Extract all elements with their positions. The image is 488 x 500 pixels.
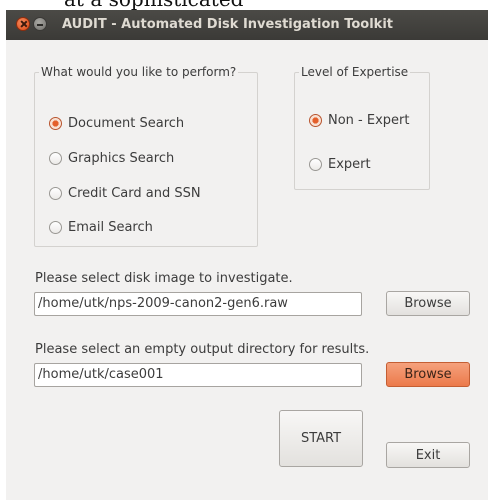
- radio-label: Document Search: [68, 116, 185, 131]
- page: at a sophisticated AUDIT - Automated Dis…: [0, 0, 488, 500]
- perform-group-legend: What would you like to perform?: [39, 64, 239, 80]
- output-dir-path-input[interactable]: /home/utk/case001: [34, 363, 362, 387]
- radio-button-checked-icon[interactable]: [49, 117, 62, 130]
- radio-label: Graphics Search: [68, 151, 175, 166]
- radio-button-icon[interactable]: [309, 158, 322, 171]
- expertise-group-legend: Level of Expertise: [299, 64, 411, 80]
- expertise-group: Level of Expertise Non - Expert Expert: [294, 64, 430, 190]
- close-icon[interactable]: [16, 17, 30, 31]
- perform-group: What would you like to perform? Document…: [34, 64, 258, 247]
- radio-button-icon[interactable]: [49, 152, 62, 165]
- radio-button-checked-icon[interactable]: [309, 114, 322, 127]
- radio-label: Expert: [328, 157, 371, 172]
- radio-label: Credit Card and SSN: [68, 186, 201, 201]
- disk-image-path-input[interactable]: /home/utk/nps-2009-canon2-gen6.raw: [34, 292, 362, 316]
- disk-image-label: Please select disk image to investigate.: [35, 271, 293, 286]
- window-title: AUDIT - Automated Disk Investigation Too…: [62, 17, 393, 32]
- window-titlebar[interactable]: AUDIT - Automated Disk Investigation Too…: [6, 10, 488, 40]
- radio-button-icon[interactable]: [49, 221, 62, 234]
- output-dir-browse-button[interactable]: Browse: [386, 362, 470, 387]
- output-dir-label: Please select an empty output directory …: [35, 342, 370, 357]
- radio-button-icon[interactable]: [49, 187, 62, 200]
- radio-label: Non - Expert: [328, 113, 410, 128]
- audit-window: AUDIT - Automated Disk Investigation Too…: [6, 10, 488, 500]
- exit-button[interactable]: Exit: [386, 442, 470, 468]
- disk-image-browse-button[interactable]: Browse: [386, 291, 470, 316]
- radio-label: Email Search: [68, 220, 153, 235]
- start-button[interactable]: START: [279, 410, 363, 467]
- minimize-icon[interactable]: [33, 17, 47, 31]
